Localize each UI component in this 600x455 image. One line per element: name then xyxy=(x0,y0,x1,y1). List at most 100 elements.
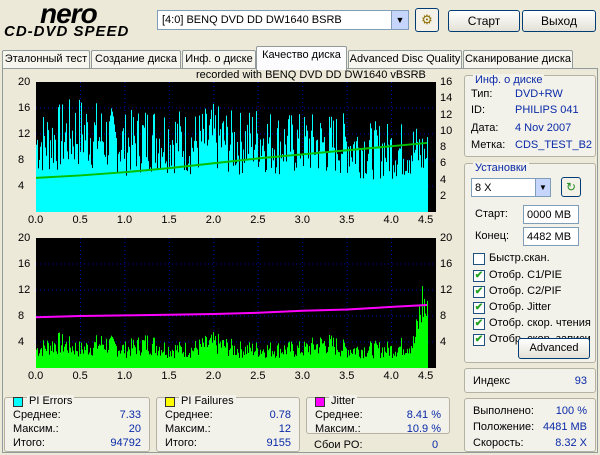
top-bar xyxy=(213,103,214,212)
top-bar xyxy=(116,137,117,212)
top-bar xyxy=(292,124,293,212)
start-label: Старт: xyxy=(475,208,508,220)
pi-errors-avg-label: Среднее: xyxy=(13,409,61,421)
bot-bar xyxy=(59,332,60,368)
top-bar xyxy=(226,115,227,212)
top-bar xyxy=(367,161,368,212)
bot-bar xyxy=(53,352,54,368)
tab-benchmark[interactable]: Эталонный тест xyxy=(2,50,90,69)
top-bar xyxy=(295,162,296,212)
disc-label-value: CDS_TEST_B2 xyxy=(515,139,593,151)
top-bar xyxy=(410,173,411,212)
drive-select[interactable]: [4:0] BENQ DVD DD DW1640 BSRB ▼ xyxy=(157,10,409,30)
show-read-speed-checkbox[interactable]: ✔ xyxy=(473,318,485,330)
top-y-tick-right: 12 xyxy=(440,108,453,121)
bot-bar xyxy=(254,352,255,368)
bot-bar xyxy=(37,348,38,368)
tab-create-disc[interactable]: Создание диска xyxy=(91,50,181,69)
bot-bar xyxy=(57,354,58,368)
bot-bar xyxy=(342,350,343,368)
top-bar xyxy=(121,149,122,212)
top-bar xyxy=(397,164,398,212)
bot-bar xyxy=(263,349,264,368)
top-bar xyxy=(426,158,427,212)
bot-bar xyxy=(81,342,82,368)
top-bar xyxy=(237,142,238,212)
bot-bar xyxy=(201,346,202,368)
top-bar xyxy=(239,174,240,212)
drive-info-icon-button[interactable]: ⚙ xyxy=(415,8,439,32)
refresh-icon[interactable]: ↻ xyxy=(561,177,581,197)
tab-advanced-disc-quality[interactable]: Advanced Disc Quality xyxy=(348,50,462,69)
show-c2-pif-checkbox[interactable]: ✔ xyxy=(473,286,485,298)
top-bar xyxy=(328,151,329,212)
tab-disc-info[interactable]: Инф. о диске xyxy=(182,50,256,69)
advanced-button[interactable]: Advanced xyxy=(518,338,590,359)
top-bar xyxy=(153,114,154,212)
bot-bar xyxy=(222,340,223,368)
top-bar xyxy=(110,115,111,212)
top-bar xyxy=(296,167,297,212)
show-jitter-checkbox[interactable]: ✔ xyxy=(473,302,485,314)
top-y-tick-left: 12 xyxy=(18,128,31,140)
bot-bar xyxy=(72,346,73,368)
top-bar xyxy=(203,128,204,212)
bot-bar xyxy=(189,352,190,368)
speed-select[interactable]: 8 X ▼ xyxy=(471,178,551,197)
top-bar xyxy=(333,120,334,212)
tab-disc-scan[interactable]: Сканирование диска xyxy=(463,50,573,69)
quick-scan-checkbox[interactable] xyxy=(473,253,485,265)
top-bar xyxy=(240,112,241,212)
top-bar xyxy=(362,150,363,212)
bot-bar xyxy=(68,352,69,368)
speed-select-value: 8 X xyxy=(475,182,492,194)
bot-y-tick-right: 12 xyxy=(440,284,453,296)
bot-bar xyxy=(171,356,172,368)
exit-button[interactable]: Выход xyxy=(522,10,596,32)
bot-bar xyxy=(94,341,95,368)
bot-bar xyxy=(133,339,134,368)
tab-disc-quality[interactable]: Качество диска xyxy=(256,46,347,70)
bot-bar xyxy=(116,345,117,368)
end-input[interactable]: 4482 MB xyxy=(523,227,579,246)
bot-bar xyxy=(358,349,359,368)
chevron-down-icon[interactable]: ▼ xyxy=(535,179,550,196)
top-bar xyxy=(200,130,201,212)
disc-id-value: PHILIPS 041 xyxy=(515,104,579,116)
start-input[interactable]: 0000 MB xyxy=(523,205,579,224)
top-x-tick: 2.5 xyxy=(250,214,266,226)
bot-bar xyxy=(121,350,122,368)
bot-y-tick-left: 16 xyxy=(18,258,31,270)
bot-bar xyxy=(54,343,55,368)
bot-bar xyxy=(236,354,237,368)
jitter-max-label: Максим.: xyxy=(315,423,361,435)
top-bar xyxy=(229,150,230,212)
bot-bar xyxy=(402,354,403,368)
bot-bar xyxy=(162,352,163,368)
bot-bar xyxy=(112,336,113,368)
bot-bar xyxy=(351,352,352,368)
bot-bar xyxy=(330,339,331,368)
top-bar xyxy=(228,171,229,212)
bot-bar xyxy=(250,347,251,368)
top-bar xyxy=(100,141,101,212)
bot-bar xyxy=(200,343,201,368)
top-y-tick-right: 8 xyxy=(440,141,447,153)
bot-bar xyxy=(225,347,226,368)
bot-bar xyxy=(398,347,399,368)
top-bar xyxy=(366,173,367,212)
bot-bar xyxy=(38,355,39,368)
chevron-down-icon[interactable]: ▼ xyxy=(391,11,408,29)
start-button[interactable]: Старт xyxy=(448,10,520,32)
bot-bar xyxy=(176,350,177,368)
bot-bar xyxy=(288,342,289,368)
show-write-speed-checkbox[interactable]: ✔ xyxy=(473,334,485,346)
bot-bar xyxy=(399,346,400,368)
bot-bar xyxy=(275,357,276,368)
bot-bar xyxy=(203,342,204,368)
bot-bar xyxy=(421,322,422,368)
bot-bar xyxy=(148,351,149,368)
bot-bar xyxy=(335,354,336,368)
show-c1-pie-checkbox[interactable]: ✔ xyxy=(473,270,485,282)
top-bar xyxy=(382,143,383,212)
